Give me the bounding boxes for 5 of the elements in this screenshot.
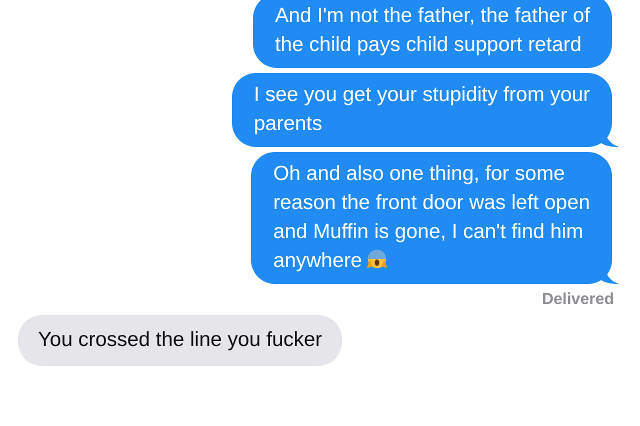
sent-message-bubble: Oh and also one thing, for some reason the front door was left open and Muffin is gone, I can't find him anywhere [251,152,612,284]
sent-message-bubble: And I'm not the father, the father of the child pays child support retard [252,0,612,68]
sent-message-bubble: I see you get your stupidity from your parents [232,73,612,147]
received-message-bubble: You crossed the line you fucker [18,315,342,366]
delivered-status: Delivered [542,291,614,309]
